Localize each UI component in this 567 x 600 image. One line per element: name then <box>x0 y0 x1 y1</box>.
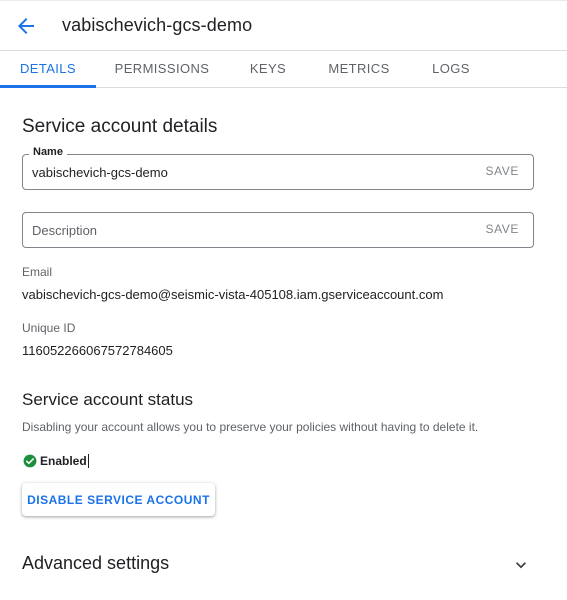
name-input[interactable] <box>32 155 472 189</box>
details-heading: Service account details <box>22 116 218 137</box>
unique-id-value: 116052266067572784605 <box>22 343 173 358</box>
page-header: vabischevich-gcs-demo <box>0 0 567 51</box>
status-text: Enabled <box>40 453 87 468</box>
check-circle-icon <box>23 454 37 467</box>
chevron-down-icon <box>516 562 526 569</box>
name-save-button[interactable]: SAVE <box>485 164 519 178</box>
tab-metrics[interactable]: METRICS <box>318 51 400 87</box>
advanced-settings-toggle[interactable]: Advanced settings <box>0 545 567 585</box>
description-save-button[interactable]: SAVE <box>485 222 519 236</box>
email-label: Email <box>22 265 53 279</box>
tab-permissions[interactable]: PERMISSIONS <box>107 51 217 87</box>
page-title: vabischevich-gcs-demo <box>62 15 253 35</box>
arrow-back-icon <box>18 18 34 34</box>
disable-service-account-button[interactable]: DISABLE SERVICE ACCOUNT <box>22 483 215 516</box>
unique-id-label: Unique ID <box>22 321 76 335</box>
description-input[interactable] <box>32 213 472 247</box>
email-value: vabischevich-gcs-demo@seismic-vista-4051… <box>22 287 444 302</box>
tab-details[interactable]: DETAILS <box>0 51 96 88</box>
tab-keys[interactable]: KEYS <box>238 51 298 87</box>
status-badge: Enabled <box>23 452 89 469</box>
name-field: Name SAVE <box>22 146 534 190</box>
tab-logs[interactable]: LOGS <box>420 51 482 87</box>
back-button[interactable] <box>14 14 38 38</box>
status-heading: Service account status <box>22 390 194 409</box>
advanced-settings-heading: Advanced settings <box>22 553 170 573</box>
tab-bar: DETAILS PERMISSIONS KEYS METRICS LOGS <box>0 51 567 88</box>
description-field: SAVE <box>22 212 534 248</box>
text-cursor <box>87 453 89 468</box>
status-description: Disabling your account allows you to pre… <box>22 420 479 434</box>
